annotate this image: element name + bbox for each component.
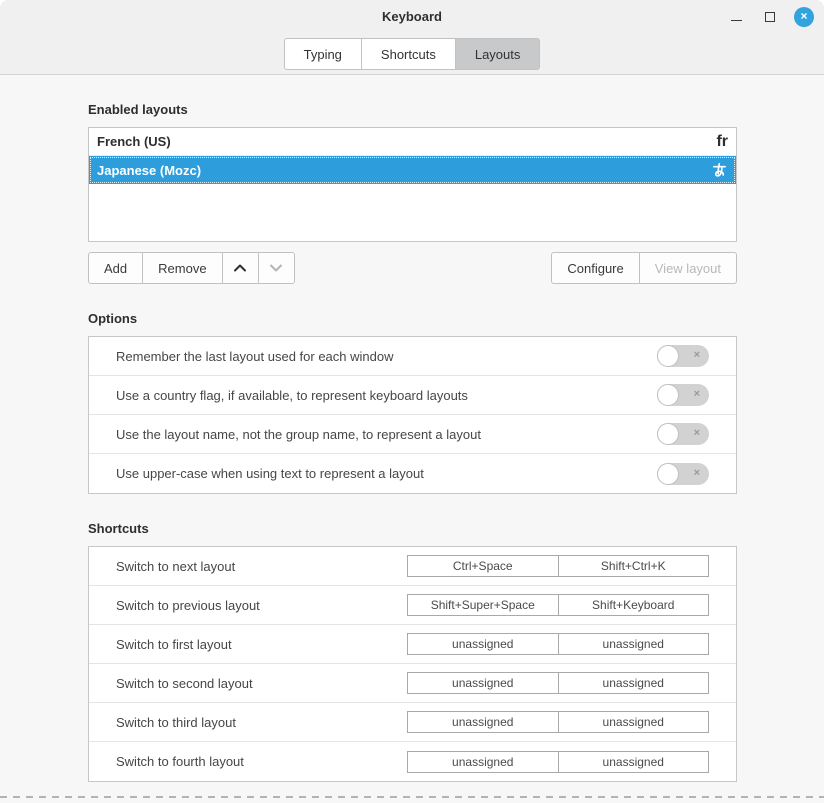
tab-typing[interactable]: Typing bbox=[284, 38, 362, 70]
shortcut-row-next-layout: Switch to next layout Ctrl+Space Shift+C… bbox=[89, 547, 736, 586]
layout-list-actions: Add Remove Configure View layout bbox=[88, 252, 737, 284]
shortcuts-heading: Shortcuts bbox=[88, 521, 737, 536]
tab-layouts[interactable]: Layouts bbox=[455, 38, 541, 70]
minimize-button[interactable] bbox=[726, 7, 746, 27]
keybinding-button[interactable]: unassigned bbox=[558, 711, 710, 733]
close-button[interactable]: × bbox=[794, 7, 814, 27]
options-heading: Options bbox=[88, 311, 737, 326]
keybinding-button[interactable]: unassigned bbox=[407, 633, 559, 655]
view-layout-button[interactable]: View layout bbox=[639, 252, 737, 284]
move-up-button[interactable] bbox=[222, 252, 259, 284]
toggle-remember-layout[interactable]: × bbox=[657, 345, 709, 367]
configure-buttons-group: Configure View layout bbox=[551, 252, 737, 284]
close-icon: × bbox=[800, 10, 807, 22]
layout-indicator-hiragana-a-icon bbox=[711, 162, 728, 179]
layout-row-japanese[interactable]: Japanese (Mozc) bbox=[89, 156, 736, 184]
maximize-button[interactable] bbox=[760, 7, 780, 27]
option-row-country-flag: Use a country flag, if available, to rep… bbox=[89, 376, 736, 415]
shortcut-row-second-layout: Switch to second layout unassigned unass… bbox=[89, 664, 736, 703]
toggle-knob bbox=[657, 345, 679, 367]
maximize-icon bbox=[765, 12, 775, 22]
keybinding-group: Ctrl+Space Shift+Ctrl+K bbox=[407, 555, 709, 577]
keybinding-button[interactable]: unassigned bbox=[558, 672, 710, 694]
window-header: Keyboard × Typing Shortcuts Layouts bbox=[0, 0, 824, 75]
keybinding-group: unassigned unassigned bbox=[407, 633, 709, 655]
keybinding-button[interactable]: Shift+Keyboard bbox=[558, 594, 710, 616]
keybinding-group: Shift+Super+Space Shift+Keyboard bbox=[407, 594, 709, 616]
keybinding-group: unassigned unassigned bbox=[407, 751, 709, 773]
edit-buttons-group: Add Remove bbox=[88, 252, 295, 284]
chevron-up-icon bbox=[232, 262, 248, 274]
shortcut-label: Switch to third layout bbox=[116, 715, 407, 730]
keybinding-group: unassigned unassigned bbox=[407, 672, 709, 694]
shortcut-row-fourth-layout: Switch to fourth layout unassigned unass… bbox=[89, 742, 736, 781]
option-label: Use upper-case when using text to repres… bbox=[116, 466, 657, 481]
keyboard-settings-window: Keyboard × Typing Shortcuts Layouts bbox=[0, 0, 824, 803]
layout-row-french[interactable]: French (US) fr bbox=[89, 128, 736, 156]
enabled-layouts-list: French (US) fr Japanese (Mozc) bbox=[88, 127, 737, 242]
bottom-dashed-divider bbox=[0, 796, 824, 798]
toggle-upper-case[interactable]: × bbox=[657, 463, 709, 485]
option-row-remember-layout: Remember the last layout used for each w… bbox=[89, 337, 736, 376]
titlebar: Keyboard × bbox=[0, 0, 824, 33]
keybinding-button[interactable]: unassigned bbox=[407, 672, 559, 694]
keybinding-button[interactable]: unassigned bbox=[558, 633, 710, 655]
option-row-layout-name: Use the layout name, not the group name,… bbox=[89, 415, 736, 454]
configure-button[interactable]: Configure bbox=[551, 252, 639, 284]
toggle-knob bbox=[657, 384, 679, 406]
layout-name: French (US) bbox=[97, 134, 171, 149]
layout-name: Japanese (Mozc) bbox=[97, 163, 201, 178]
chevron-down-icon bbox=[268, 262, 284, 274]
add-button[interactable]: Add bbox=[88, 252, 143, 284]
move-down-button[interactable] bbox=[258, 252, 295, 284]
shortcut-label: Switch to second layout bbox=[116, 676, 407, 691]
shortcut-row-third-layout: Switch to third layout unassigned unassi… bbox=[89, 703, 736, 742]
keybinding-button[interactable]: Shift+Ctrl+K bbox=[558, 555, 710, 577]
enabled-layouts-heading: Enabled layouts bbox=[88, 102, 737, 117]
option-label: Use a country flag, if available, to rep… bbox=[116, 388, 657, 403]
shortcut-label: Switch to next layout bbox=[116, 559, 407, 574]
shortcut-row-first-layout: Switch to first layout unassigned unassi… bbox=[89, 625, 736, 664]
options-panel: Remember the last layout used for each w… bbox=[88, 336, 737, 494]
shortcut-label: Switch to first layout bbox=[116, 637, 407, 652]
option-label: Use the layout name, not the group name,… bbox=[116, 427, 657, 442]
layout-indicator-fr: fr bbox=[716, 134, 728, 150]
keybinding-group: unassigned unassigned bbox=[407, 711, 709, 733]
keybinding-button[interactable]: unassigned bbox=[558, 751, 710, 773]
tab-shortcuts[interactable]: Shortcuts bbox=[361, 38, 456, 70]
toggle-off-x-icon: × bbox=[694, 389, 700, 400]
tab-switcher: Typing Shortcuts Layouts bbox=[0, 33, 824, 75]
window-title: Keyboard bbox=[0, 9, 824, 24]
option-row-upper-case: Use upper-case when using text to repres… bbox=[89, 454, 736, 493]
remove-button[interactable]: Remove bbox=[142, 252, 222, 284]
shortcut-label: Switch to previous layout bbox=[116, 598, 407, 613]
shortcuts-panel: Switch to next layout Ctrl+Space Shift+C… bbox=[88, 546, 737, 782]
window-controls: × bbox=[726, 0, 814, 33]
keybinding-button[interactable]: Shift+Super+Space bbox=[407, 594, 559, 616]
layouts-page: Enabled layouts French (US) fr Japanese … bbox=[0, 102, 824, 782]
toggle-knob bbox=[657, 423, 679, 445]
keybinding-button[interactable]: unassigned bbox=[407, 751, 559, 773]
keybinding-button[interactable]: Ctrl+Space bbox=[407, 555, 559, 577]
option-label: Remember the last layout used for each w… bbox=[116, 349, 657, 364]
toggle-off-x-icon: × bbox=[694, 428, 700, 439]
toggle-off-x-icon: × bbox=[694, 350, 700, 361]
minimize-icon bbox=[731, 20, 742, 21]
toggle-country-flag[interactable]: × bbox=[657, 384, 709, 406]
keybinding-button[interactable]: unassigned bbox=[407, 711, 559, 733]
shortcut-label: Switch to fourth layout bbox=[116, 754, 407, 769]
toggle-knob bbox=[657, 463, 679, 485]
toggle-layout-name[interactable]: × bbox=[657, 423, 709, 445]
toggle-off-x-icon: × bbox=[694, 468, 700, 479]
shortcut-row-previous-layout: Switch to previous layout Shift+Super+Sp… bbox=[89, 586, 736, 625]
